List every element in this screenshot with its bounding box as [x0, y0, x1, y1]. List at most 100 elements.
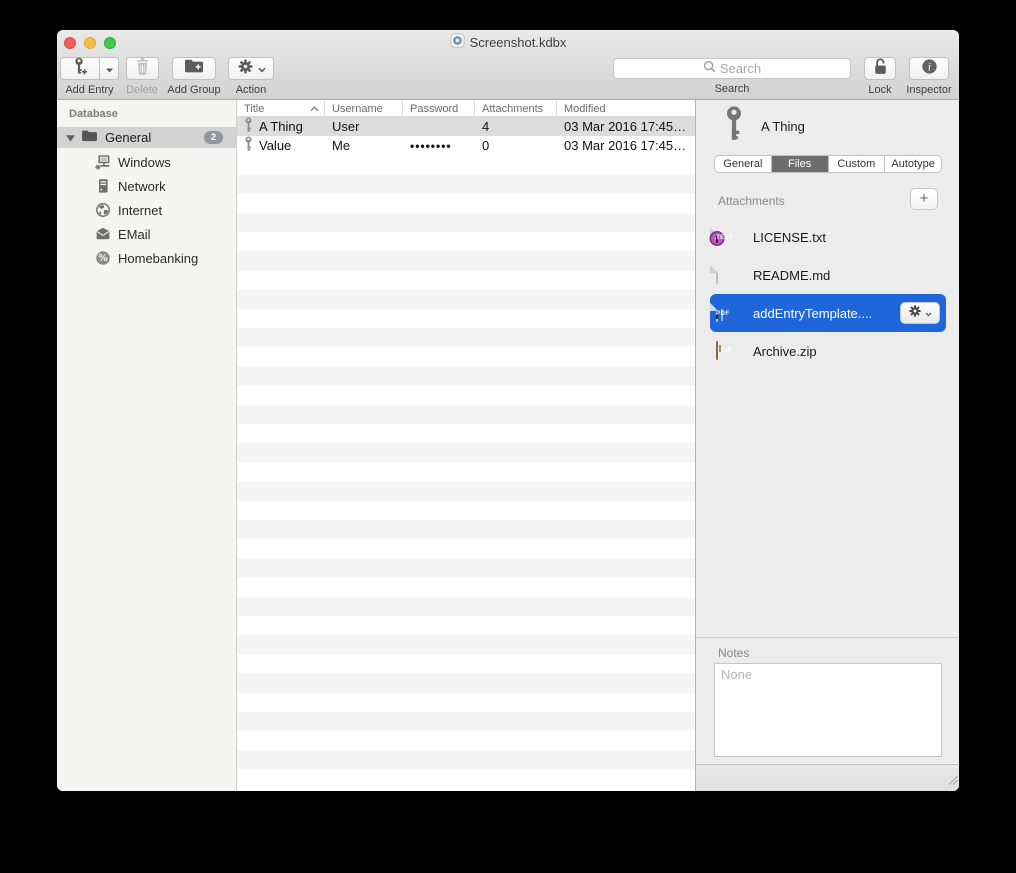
disclosure-triangle-icon[interactable]	[66, 129, 75, 147]
add-group-button[interactable]	[172, 57, 216, 80]
sidebar-item-internet[interactable]: Internet	[57, 198, 236, 222]
table-row-value[interactable]: Value Me •••••••• 0 03 Mar 2016 17:45…	[237, 136, 695, 155]
empty-table-row	[237, 251, 695, 270]
sidebar-group-general[interactable]: General 2	[57, 127, 236, 148]
empty-table-row	[237, 290, 695, 309]
empty-table-row	[237, 578, 695, 597]
action-label: Action	[236, 84, 267, 96]
list-item-addentrytemplate[interactable]: PDF addEntryTemplate....	[710, 294, 946, 332]
table-header: Title Username Password Attachments Modi…	[237, 100, 695, 117]
unlocked-padlock-icon	[872, 57, 889, 81]
sidebar-item-windows[interactable]: Windows	[57, 150, 236, 174]
add-entry-toolbar-item: Add Entry	[60, 57, 119, 96]
entry-header: A Thing	[723, 106, 805, 147]
percent-coin-icon: %	[95, 250, 111, 266]
entry-count-badge: 2	[204, 131, 223, 144]
empty-table-row	[237, 482, 695, 501]
computer-network-icon	[95, 154, 111, 170]
resize-grip[interactable]	[947, 772, 958, 790]
list-item-license[interactable]: TEXT LICENSE.txt	[710, 218, 946, 256]
zip-file-icon: ZIP	[716, 342, 743, 360]
empty-table-row	[237, 424, 695, 443]
trash-icon	[134, 57, 151, 81]
empty-table-row	[237, 673, 695, 692]
inspector-panel: A Thing General Files Custom Autotype At…	[695, 100, 959, 791]
search-label: Search	[715, 83, 750, 95]
sidebar-section-header: Database	[69, 108, 118, 120]
attachment-action-button[interactable]	[900, 302, 940, 324]
table-body: A Thing User 4 03 Mar 2016 17:45… Value	[237, 117, 695, 791]
empty-table-row	[237, 712, 695, 731]
tab-files[interactable]: Files	[772, 156, 829, 172]
titlebar[interactable]: Screenshot.kdbx	[57, 30, 959, 55]
sidebar-item-label: Windows	[118, 155, 171, 170]
sidebar-item-network[interactable]: Network	[57, 174, 236, 198]
main-content: Database General 2 Windows	[57, 100, 959, 791]
add-entry-button[interactable]	[60, 57, 100, 80]
empty-table-row	[237, 654, 695, 673]
sidebar-group-label: General	[105, 130, 204, 145]
action-button[interactable]	[228, 57, 274, 80]
column-header-password[interactable]: Password	[403, 100, 475, 116]
divider	[696, 637, 959, 638]
delete-label: Delete	[126, 84, 158, 96]
lock-button[interactable]	[864, 57, 896, 80]
gear-icon	[908, 304, 922, 323]
lock-toolbar-item: Lock	[858, 57, 902, 96]
pdf-file-icon: PDF	[716, 304, 743, 322]
add-entry-dropdown-button[interactable]	[100, 57, 119, 80]
empty-table-row	[237, 328, 695, 347]
search-placeholder: Search	[720, 61, 761, 76]
empty-table-row	[237, 309, 695, 328]
sidebar-item-email[interactable]: EMail	[57, 222, 236, 246]
column-header-username[interactable]: Username	[325, 100, 403, 116]
delete-button[interactable]	[126, 57, 159, 80]
search-input[interactable]: Search	[613, 58, 851, 79]
inspector-tabs: General Files Custom Autotype	[714, 155, 942, 173]
tab-custom[interactable]: Custom	[829, 156, 886, 172]
empty-table-row	[237, 271, 695, 290]
key-icon	[243, 117, 254, 136]
list-item-archive[interactable]: ZIP Archive.zip	[710, 332, 946, 370]
column-header-title[interactable]: Title	[237, 100, 325, 116]
gear-icon	[237, 58, 254, 80]
empty-table-row	[237, 213, 695, 232]
sidebar-item-label: Internet	[118, 203, 162, 218]
table-row-a-thing[interactable]: A Thing User 4 03 Mar 2016 17:45…	[237, 117, 695, 136]
empty-table-row	[237, 539, 695, 558]
list-item-readme[interactable]: README.md	[710, 256, 946, 294]
attachments-label: Attachments	[718, 194, 785, 208]
empty-table-row	[237, 558, 695, 577]
empty-table-row	[237, 462, 695, 481]
tab-autotype[interactable]: Autotype	[885, 156, 941, 172]
chevron-down-icon	[258, 60, 266, 78]
inspector-toolbar-item: i Inspector	[902, 57, 956, 96]
sort-ascending-icon	[310, 103, 319, 115]
empty-table-row	[237, 232, 695, 251]
folder-icon	[81, 129, 98, 147]
sidebar-item-homebanking[interactable]: % Homebanking	[57, 246, 236, 270]
sidebar-item-label: Network	[118, 179, 166, 194]
info-icon: i	[921, 58, 938, 80]
empty-table-row	[237, 443, 695, 462]
sidebar: Database General 2 Windows	[57, 100, 237, 791]
tab-general[interactable]: General	[715, 156, 772, 172]
notes-label: Notes	[718, 646, 749, 660]
globe-icon	[95, 202, 111, 218]
empty-table-row	[237, 769, 695, 788]
empty-table-row	[237, 347, 695, 366]
envelope-icon	[95, 226, 111, 242]
notes-input[interactable]	[714, 663, 942, 757]
text-file-icon: TEXT	[716, 228, 743, 246]
column-header-attachments[interactable]: Attachments	[475, 100, 557, 116]
sidebar-item-label: EMail	[118, 227, 151, 242]
empty-table-row	[237, 501, 695, 520]
add-group-toolbar-item: Add Group	[164, 57, 224, 96]
empty-table-row	[237, 731, 695, 750]
empty-table-row	[237, 194, 695, 213]
add-attachment-button[interactable]: +	[910, 188, 938, 210]
empty-table-row	[237, 597, 695, 616]
inspector-button[interactable]: i	[909, 57, 949, 80]
column-header-modified[interactable]: Modified	[557, 100, 695, 116]
document-proxy-icon	[450, 33, 465, 53]
